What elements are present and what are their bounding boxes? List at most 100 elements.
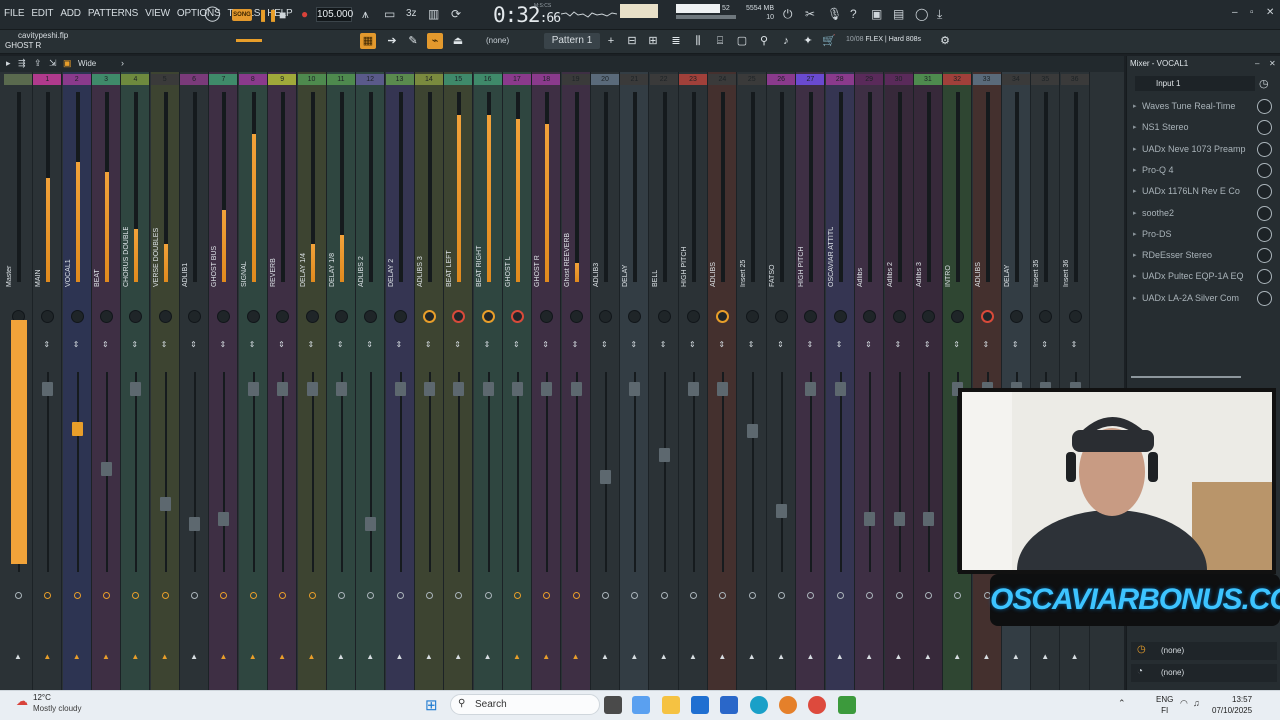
track-name[interactable]: ADLIBS 3	[417, 227, 443, 287]
loop-record-icon[interactable]: ⟳	[451, 7, 461, 21]
power-icon[interactable]: ⏻	[783, 7, 793, 21]
copilot-icon[interactable]	[632, 696, 650, 714]
output-2[interactable]: (none)	[1131, 664, 1277, 682]
record-icon[interactable]: ●	[301, 7, 308, 21]
mixer-arrow-icon[interactable]: ›	[121, 58, 124, 68]
pan-knob[interactable]	[510, 310, 524, 323]
pan-knob[interactable]	[246, 310, 260, 323]
mixer-track[interactable]: 31 Adlibs 3 ⇕ ▲	[913, 72, 943, 690]
track-enable-toggle[interactable]	[337, 592, 345, 599]
volume-fader[interactable]	[805, 382, 817, 396]
pan-knob[interactable]	[775, 310, 789, 323]
slot-mix-knob[interactable]	[1257, 205, 1272, 221]
pan-knob[interactable]	[980, 310, 994, 323]
volume-fader[interactable]	[159, 497, 171, 511]
mixer-track[interactable]: 16 BEAT RIGHT ⇕ ▲	[473, 72, 503, 690]
track-enable-toggle[interactable]	[660, 592, 668, 599]
hint-knob-icon[interactable]: ◯	[204, 6, 221, 21]
stereo-separation-icon[interactable]: ⇕	[337, 340, 344, 349]
track-name[interactable]: Adlibs	[857, 227, 883, 287]
slot-mix-knob[interactable]	[1257, 290, 1272, 306]
mixer-track[interactable]: 3 BEAT ⇕ ▲	[92, 72, 122, 690]
pan-knob[interactable]	[921, 310, 935, 323]
track-name[interactable]: DELAY	[1004, 227, 1030, 287]
track-name[interactable]: Insert 35	[1033, 227, 1059, 287]
mixer-track[interactable]: 26 FATSO ⇕ ▲	[767, 72, 797, 690]
mixer-track[interactable]: 19 Ghost REEVERB ⇕ ▲	[561, 72, 591, 690]
route-arrow-icon[interactable]: ▲	[1041, 652, 1049, 661]
track-name[interactable]: Insert 36	[1063, 227, 1089, 287]
arrow-tool-icon[interactable]: ➔	[384, 33, 400, 49]
track-enable-toggle[interactable]	[602, 592, 609, 599]
chrome-icon[interactable]	[808, 696, 826, 714]
route-arrow-icon[interactable]: ▲	[366, 652, 374, 661]
volume-fader[interactable]	[218, 512, 230, 526]
track-enable-toggle[interactable]	[836, 592, 844, 599]
weather-icon[interactable]: ☁	[16, 694, 28, 708]
pan-knob[interactable]	[569, 310, 583, 323]
route-arrow-icon[interactable]: ▲	[219, 652, 227, 661]
mixer-track[interactable]: 2 VOCAL1 ⇕ ▲	[62, 72, 92, 690]
route-arrow-icon[interactable]: ▲	[601, 652, 609, 661]
volume-fader[interactable]	[776, 504, 788, 518]
pan-knob[interactable]	[188, 310, 202, 323]
wifi-icon[interactable]: ◠	[1180, 698, 1188, 709]
track-name[interactable]: DELAY	[622, 227, 648, 287]
route-arrow-icon[interactable]: ▲	[572, 652, 580, 661]
volume-fader[interactable]	[101, 462, 113, 476]
stereo-separation-icon[interactable]: ⇕	[660, 340, 667, 349]
save-icon[interactable]: ▣	[871, 7, 882, 21]
track-enable-toggle[interactable]	[748, 592, 756, 599]
piano-roll-icon[interactable]: ⊞	[645, 33, 661, 49]
route-arrow-icon[interactable]: ▲	[718, 652, 726, 661]
track-name[interactable]: ADLIB1	[182, 227, 208, 287]
stereo-separation-icon[interactable]: ⇕	[278, 340, 285, 349]
track-enable-toggle[interactable]	[308, 592, 316, 599]
slot-mix-knob[interactable]	[1257, 120, 1272, 136]
track-enable-toggle[interactable]	[73, 592, 81, 599]
route-arrow-icon[interactable]: ▲	[953, 652, 961, 661]
add-pattern-icon[interactable]: +	[603, 33, 619, 49]
track-enable-toggle[interactable]	[367, 592, 375, 599]
volume-fader[interactable]	[922, 512, 934, 526]
volume-fader[interactable]	[482, 382, 494, 396]
route-arrow-icon[interactable]: ▲	[161, 652, 169, 661]
track-name[interactable]: INTRO	[945, 227, 971, 287]
slot-mix-knob[interactable]	[1257, 141, 1272, 157]
mixer-track[interactable]: 7 GHOST BUS ⇕ ▲	[209, 72, 239, 690]
track-name[interactable]: ADLIBS 2	[358, 227, 384, 287]
mixer-track[interactable]: 30 Adlibs 2 ⇕ ▲	[884, 72, 914, 690]
mixer-track[interactable]: 8 SIGNAL ⇕ ▲	[238, 72, 268, 690]
panel-minimize-icon[interactable]: –	[1255, 59, 1259, 68]
track-name[interactable]: BEAT RIGHT	[476, 227, 502, 287]
stereo-separation-icon[interactable]: ⇕	[572, 340, 579, 349]
plugin-database-icon[interactable]: ▤	[893, 7, 904, 21]
volume-fader[interactable]	[306, 382, 318, 396]
track-enable-toggle[interactable]	[132, 592, 140, 599]
track-enable-toggle[interactable]	[719, 592, 727, 599]
track-enable-toggle[interactable]	[924, 592, 932, 599]
pan-knob[interactable]	[1039, 310, 1053, 323]
route-arrow-icon[interactable]: ▲	[131, 652, 139, 661]
route-arrow-icon[interactable]: ▲	[630, 652, 638, 661]
track-enable-toggle[interactable]	[220, 592, 228, 599]
volume-fader[interactable]	[834, 382, 846, 396]
track-name[interactable]: DELAY 1/4	[300, 227, 326, 287]
pan-knob[interactable]	[276, 310, 290, 323]
stereo-separation-icon[interactable]: ⇕	[249, 340, 256, 349]
volume-fader[interactable]	[247, 382, 259, 396]
track-name[interactable]: OSCAVIAR ATTITUDE	[828, 227, 854, 287]
volume-fader[interactable]	[335, 382, 347, 396]
pan-knob[interactable]	[716, 310, 730, 323]
route-arrow-icon[interactable]: ▲	[895, 652, 903, 661]
countdown-icon[interactable]: 3z	[406, 7, 417, 21]
download-icon[interactable]: ⤓	[937, 7, 942, 21]
close-icon[interactable]: ✕	[1266, 6, 1274, 20]
track-name[interactable]: BEAT LEFT	[446, 227, 472, 287]
track-enable-toggle[interactable]	[807, 592, 815, 599]
stamp-icon[interactable]: ⏏	[450, 33, 466, 49]
pan-knob[interactable]	[657, 310, 671, 323]
track-enable-toggle[interactable]	[161, 592, 169, 599]
mixer-track[interactable]: 11 DELAY 1/8 ⇕ ▲	[326, 72, 356, 690]
track-name[interactable]: Adlibs 2	[887, 227, 913, 287]
